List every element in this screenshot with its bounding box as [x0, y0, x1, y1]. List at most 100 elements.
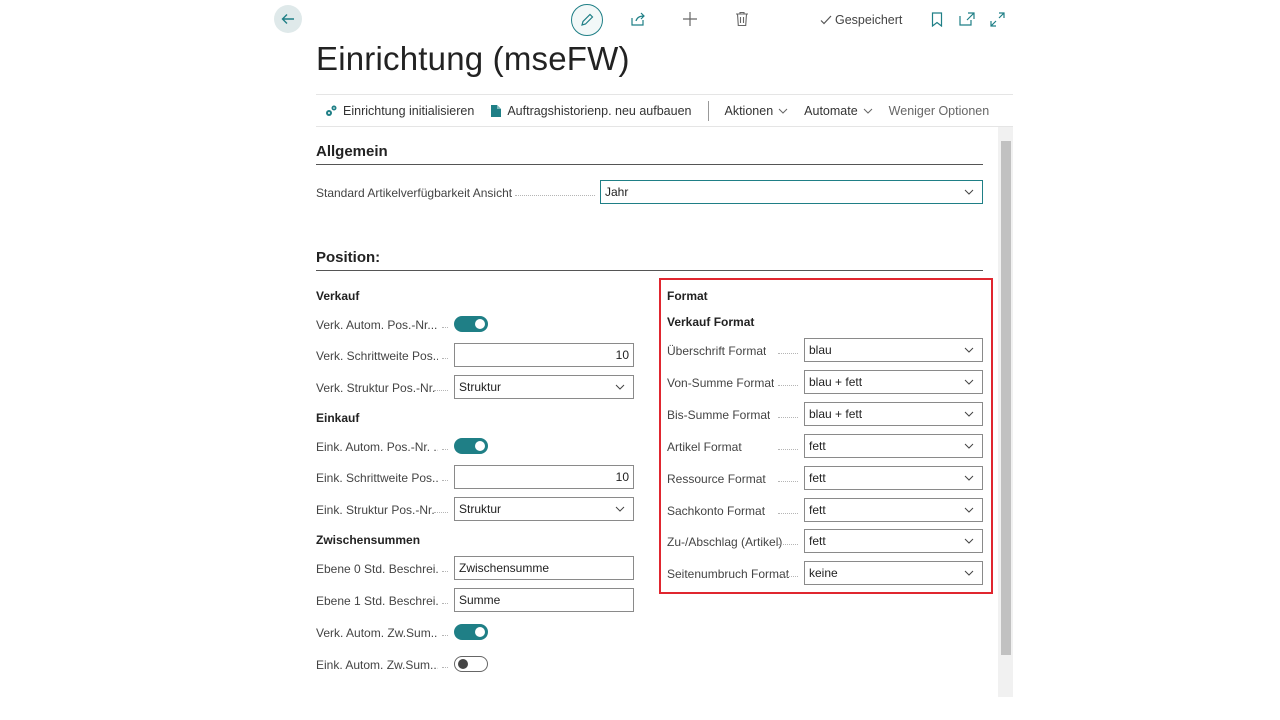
sales-auto-pos-toggle[interactable]: [454, 316, 488, 332]
availability-select[interactable]: Jahr: [600, 180, 983, 204]
dot-leader: [442, 667, 448, 668]
sales-structure-label: Verk. Struktur Pos.-Nr.: [316, 381, 436, 395]
format-row-select[interactable]: blau + fett: [804, 369, 983, 394]
section-general-title[interactable]: Allgemein: [316, 143, 983, 165]
saved-status: Gespeichert: [820, 13, 902, 27]
purchase-structure-label: Eink. Struktur Pos.-Nr.: [316, 503, 435, 517]
format-row-label: Zu-/Abschlag (Artikel): [667, 535, 783, 550]
actions-menu[interactable]: Aktionen: [717, 95, 797, 126]
purchase-auto-subtotal-label: Eink. Autom. Zw.Sum....: [316, 658, 438, 672]
document-icon: [491, 104, 502, 117]
dot-leader: [442, 449, 448, 450]
format-row-select[interactable]: blau + fett: [804, 401, 983, 426]
format-group-heading: Format: [667, 289, 708, 303]
format-row-select[interactable]: fett: [804, 433, 983, 458]
saved-label: Gespeichert: [835, 13, 903, 27]
format-row-label: Bis-Summe Format: [667, 407, 771, 422]
dot-leader: [434, 512, 448, 513]
sales-auto-pos-label: Verk. Autom. Pos.-Nr....: [316, 318, 438, 332]
format-row-select[interactable]: fett: [804, 529, 983, 554]
purchase-structure-value: Struktur: [459, 502, 502, 516]
level1-label: Ebene 1 Std. Beschrei...: [316, 594, 438, 608]
fewer-options-action[interactable]: Weniger Optionen: [881, 95, 998, 126]
back-button[interactable]: [274, 5, 302, 33]
chevron-down-icon: [615, 384, 625, 390]
format-row-select[interactable]: fett: [804, 465, 983, 490]
availability-label: Standard Artikelverfügbarkeit Ansicht: [316, 186, 513, 200]
dot-leader: [778, 544, 798, 546]
dot-leader: [442, 327, 448, 328]
delete-button[interactable]: [735, 11, 749, 27]
purchase-step-input[interactable]: 10: [454, 465, 634, 489]
format-row-select[interactable]: keine: [804, 561, 983, 586]
chevron-down-icon: [615, 506, 625, 512]
init-setup-action[interactable]: Einrichtung initialisieren: [316, 95, 482, 126]
dot-leader: [778, 416, 798, 418]
level0-label: Ebene 0 Std. Beschrei...: [316, 562, 438, 576]
checkmark-icon: [820, 15, 832, 25]
purchase-structure-select[interactable]: Struktur: [454, 497, 634, 521]
sales-structure-select[interactable]: Struktur: [454, 375, 634, 399]
format-row-label: Seitenumbruch Format: [667, 567, 790, 582]
section-position-title[interactable]: Position:: [316, 249, 983, 271]
rebuild-history-action[interactable]: Auftragshistorienp. neu aufbauen: [482, 95, 699, 126]
dot-leader: [442, 635, 448, 636]
expand-button[interactable]: [990, 12, 1005, 27]
sales-step-input[interactable]: 10: [454, 343, 634, 367]
format-row-value: blau + fett: [809, 406, 863, 421]
automate-menu[interactable]: Automate: [796, 95, 881, 126]
edit-button[interactable]: [571, 4, 603, 36]
sales-step-label: Verk. Schrittweite Pos....: [316, 349, 438, 363]
dot-leader: [515, 195, 595, 196]
purchase-auto-subtotal-toggle[interactable]: [454, 656, 488, 672]
share-button[interactable]: [630, 11, 646, 27]
chevron-down-icon: [778, 108, 788, 114]
gears-icon: [326, 105, 337, 116]
bookmark-button[interactable]: [931, 12, 943, 27]
dot-leader: [778, 512, 798, 514]
sales-auto-subtotal-label: Verk. Autom. Zw.Sum....: [316, 626, 438, 640]
chevron-down-icon: [964, 189, 974, 195]
chevron-down-icon: [863, 108, 873, 114]
page-title: Einrichtung (mseFW): [316, 40, 630, 77]
dot-leader: [778, 448, 798, 450]
chevron-down-icon: [964, 443, 974, 449]
scrollbar-thumb[interactable]: [1001, 141, 1011, 655]
sales-group-heading: Verkauf: [316, 289, 360, 303]
back-arrow-icon: [281, 14, 294, 24]
dot-leader: [442, 603, 448, 604]
format-row-value: keine: [809, 566, 838, 581]
level1-input[interactable]: Summe: [454, 588, 634, 612]
sales-auto-subtotal-toggle[interactable]: [454, 624, 488, 640]
dot-leader: [778, 576, 798, 578]
purchase-step-label: Eink. Schrittweite Pos....: [316, 471, 438, 485]
open-new-window-icon: [959, 12, 975, 26]
bookmark-icon: [931, 12, 943, 27]
chevron-down-icon: [964, 507, 974, 513]
format-row-value: fett: [809, 534, 826, 549]
dot-leader: [442, 571, 448, 572]
fewer-options-label: Weniger Optionen: [888, 103, 990, 118]
dot-leader: [778, 384, 798, 386]
actions-menu-label: Aktionen: [724, 103, 774, 118]
new-button[interactable]: [682, 11, 698, 27]
format-row-label: Überschrift Format: [667, 344, 767, 358]
chevron-down-icon: [964, 411, 974, 417]
format-row-label: Sachkonto Format: [667, 503, 766, 518]
chevron-down-icon: [964, 570, 974, 577]
format-row-select[interactable]: fett: [804, 497, 983, 522]
format-row-value: fett: [809, 438, 826, 453]
format-row-value: fett: [809, 470, 826, 485]
purchase-auto-pos-toggle[interactable]: [454, 438, 488, 454]
sales-structure-value: Struktur: [459, 380, 502, 394]
action-bar: Einrichtung initialisieren Auftragshisto…: [316, 94, 1013, 127]
chevron-down-icon: [964, 379, 974, 385]
format-row-select[interactable]: blau: [804, 338, 983, 362]
level0-input[interactable]: Zwischensumme: [454, 556, 634, 580]
format-row-label: Von-Summe Format: [667, 375, 775, 390]
delete-icon: [736, 11, 748, 27]
open-new-window-button[interactable]: [959, 12, 975, 26]
chevron-down-icon: [964, 347, 974, 353]
format-row-label: Ressource Format: [667, 471, 766, 486]
action-separator: [707, 100, 709, 121]
